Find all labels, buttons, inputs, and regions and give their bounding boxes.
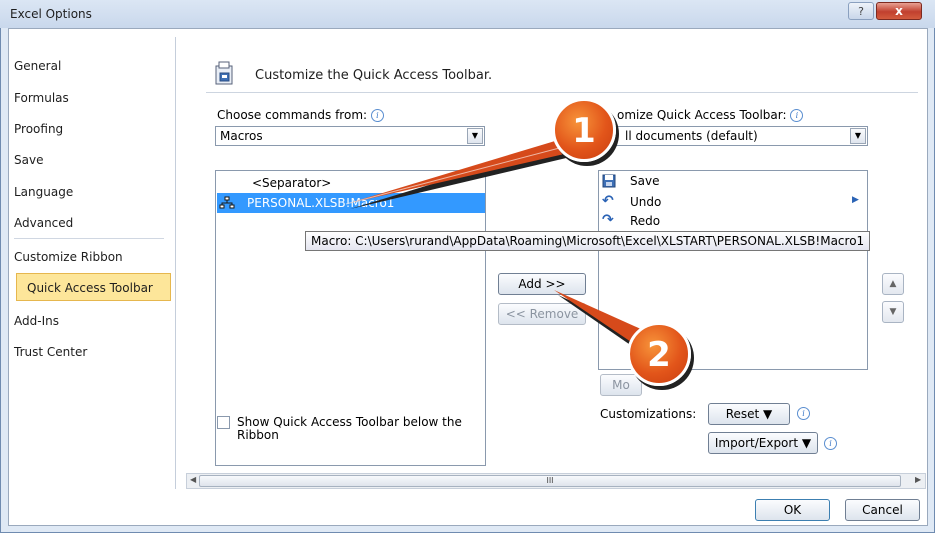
callout-badge-2: 2 [627, 322, 691, 386]
callout-arrows [345, 138, 654, 353]
callout-badge-1: 1 [552, 98, 616, 162]
